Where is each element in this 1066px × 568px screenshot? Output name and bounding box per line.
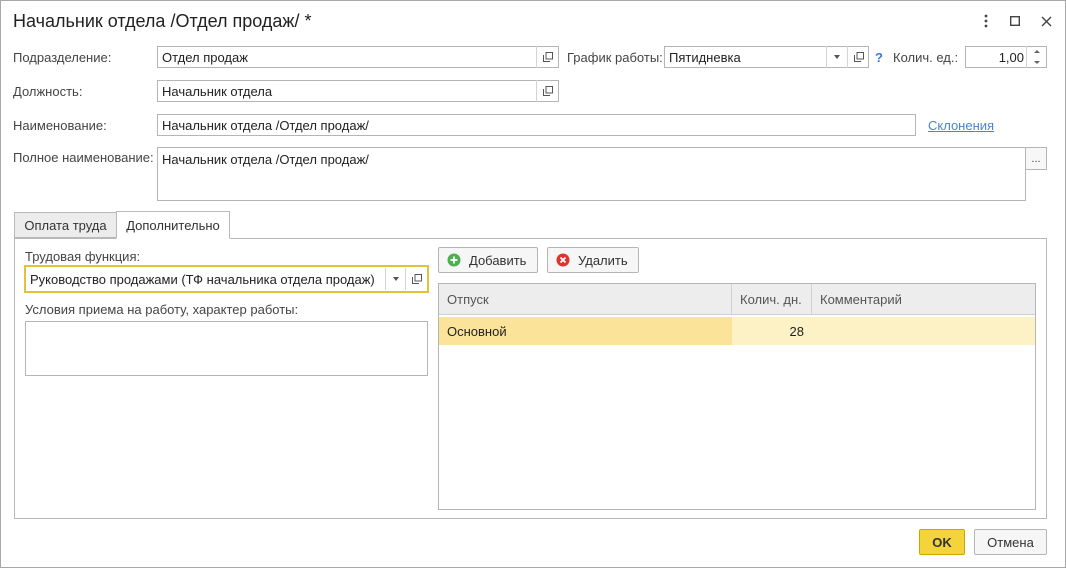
conditions-label: Условия приема на работу, характер работ…: [25, 302, 299, 317]
chevron-down-icon: [392, 277, 399, 281]
tab-payment[interactable]: Оплата труда: [14, 212, 117, 238]
subdivision-field[interactable]: Отдел продаж: [157, 46, 559, 68]
column-header-comment[interactable]: Комментарий: [812, 284, 1035, 314]
schedule-label: График работы:: [567, 50, 663, 65]
schedule-value: Пятидневка: [669, 49, 741, 65]
labor-function-value: Руководство продажами (ТФ начальника отд…: [30, 271, 375, 287]
column-header-leave[interactable]: Отпуск: [439, 284, 732, 314]
leave-table: Отпуск Колич. дн. Комментарий Основной 2…: [438, 283, 1036, 510]
position-field[interactable]: Начальник отдела: [157, 80, 559, 102]
schedule-open-button[interactable]: [847, 46, 869, 68]
position-open-button[interactable]: [536, 80, 558, 102]
table-header: Отпуск Колич. дн. Комментарий: [439, 284, 1035, 315]
maximize-icon[interactable]: [1004, 9, 1026, 33]
add-icon: [447, 253, 461, 267]
dialog-window: Начальник отдела /Отдел продаж/ * Подраз…: [0, 0, 1066, 568]
declensions-link[interactable]: Склонения: [928, 118, 994, 133]
position-label: Должность:: [13, 84, 83, 99]
delete-button[interactable]: Удалить: [547, 247, 639, 273]
cell-comment[interactable]: [812, 317, 1035, 345]
close-icon[interactable]: [1035, 9, 1057, 33]
stepper-down-icon[interactable]: [1027, 57, 1047, 67]
units-label: Колич. ед.:: [893, 50, 959, 65]
full-name-edit-button[interactable]: ...: [1025, 147, 1047, 170]
cell-days[interactable]: 28: [732, 317, 812, 345]
window-title: Начальник отдела /Отдел продаж/ *: [13, 11, 312, 31]
subdivision-open-button[interactable]: [536, 46, 558, 68]
stepper-up-icon[interactable]: [1027, 46, 1047, 57]
tab-additional[interactable]: Дополнительно: [116, 211, 230, 239]
more-icon[interactable]: [975, 9, 997, 33]
table-row[interactable]: Основной 28: [439, 317, 1035, 345]
labor-function-dropdown-button[interactable]: [385, 268, 405, 290]
subdivision-label: Подразделение:: [13, 50, 112, 65]
delete-icon: [556, 253, 570, 267]
column-header-days[interactable]: Колич. дн.: [732, 284, 812, 314]
ok-button[interactable]: OK: [919, 529, 965, 555]
open-icon: [853, 52, 864, 62]
full-name-label: Полное наименование:: [13, 150, 154, 165]
units-value: 1,00: [998, 49, 1024, 65]
conditions-field[interactable]: [25, 321, 428, 376]
delete-button-label: Удалить: [578, 252, 628, 268]
add-button[interactable]: Добавить: [438, 247, 538, 273]
help-icon[interactable]: ?: [875, 50, 883, 65]
units-stepper[interactable]: [1026, 46, 1047, 68]
full-name-value: Начальник отдела /Отдел продаж/: [162, 152, 369, 167]
name-field[interactable]: Начальник отдела /Отдел продаж/: [157, 114, 916, 136]
labor-function-open-button[interactable]: [405, 268, 427, 290]
labor-function-label: Трудовая функция:: [25, 249, 141, 264]
full-name-field[interactable]: Начальник отдела /Отдел продаж/: [157, 147, 1026, 201]
chevron-down-icon: [833, 55, 840, 59]
open-icon: [542, 86, 553, 96]
open-icon: [542, 52, 553, 62]
cancel-button[interactable]: Отмена: [974, 529, 1047, 555]
labor-function-field[interactable]: Руководство продажами (ТФ начальника отд…: [24, 265, 429, 293]
position-value: Начальник отдела: [162, 83, 273, 99]
subdivision-value: Отдел продаж: [162, 49, 248, 65]
add-button-label: Добавить: [469, 252, 527, 268]
schedule-dropdown-button[interactable]: [826, 46, 846, 68]
name-value: Начальник отдела /Отдел продаж/: [162, 117, 369, 133]
name-label: Наименование:: [13, 118, 107, 133]
cell-leave[interactable]: Основной: [439, 317, 732, 345]
open-icon: [411, 274, 422, 284]
